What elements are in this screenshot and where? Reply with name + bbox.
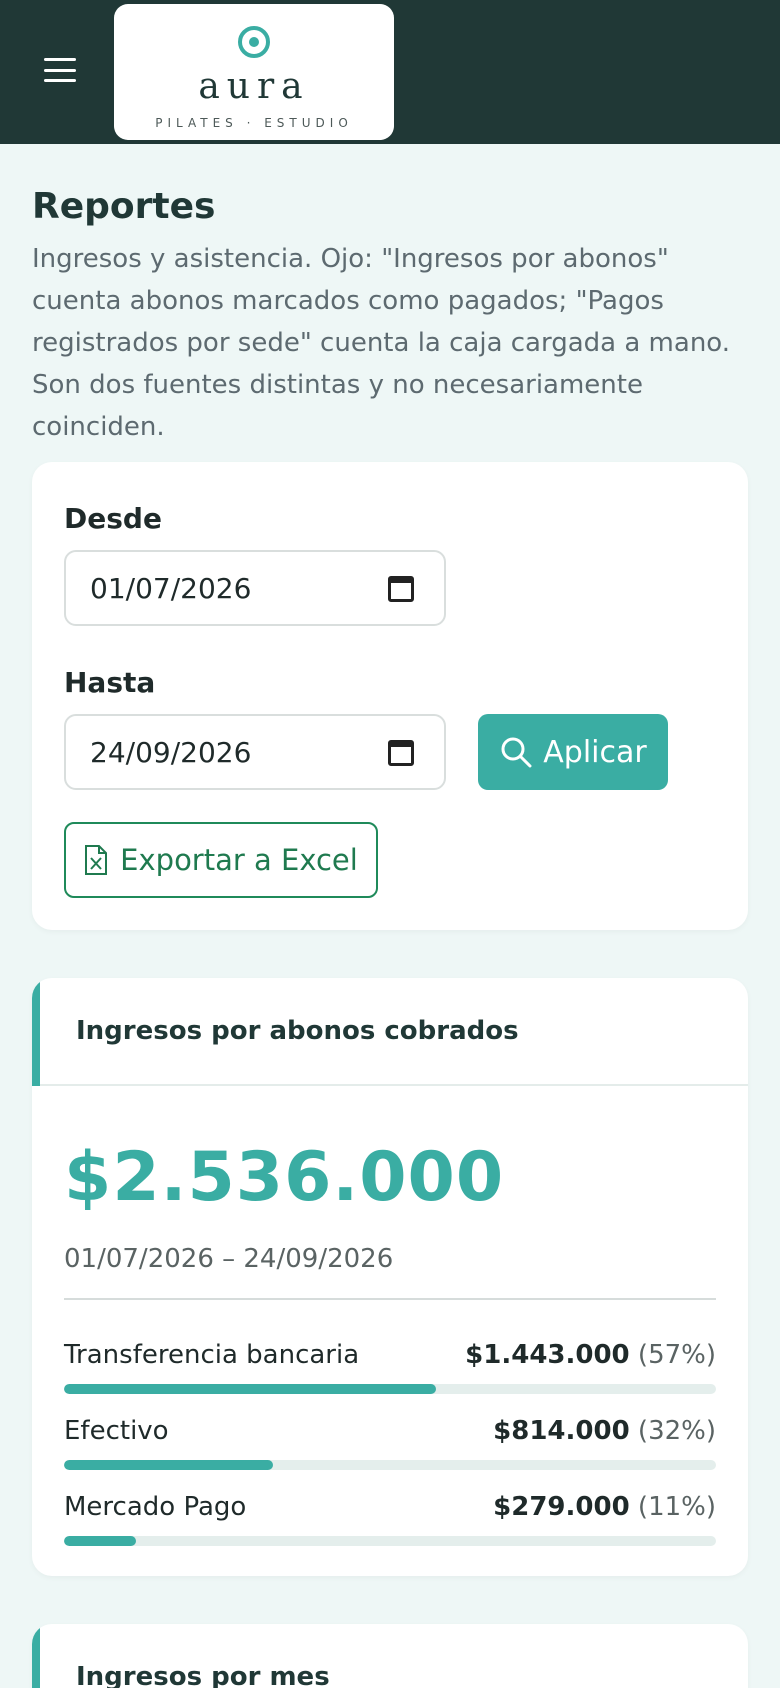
income-card: Ingresos por abonos cobrados $2.536.000 … (32, 978, 748, 1576)
logo-mark-icon (238, 26, 270, 58)
breakdown-value: $1.443.000 (57%) (465, 1340, 716, 1370)
income-card-header: Ingresos por abonos cobrados (32, 978, 748, 1086)
logo[interactable]: aura PILATES · ESTUDIO (114, 4, 394, 140)
apply-button[interactable]: Aplicar (478, 714, 668, 790)
breakdown-amount: $1.443.000 (465, 1340, 630, 1370)
from-label: Desde (64, 502, 162, 535)
page-description: Ingresos y asistencia. Ojo: "Ingresos po… (32, 244, 731, 442)
breakdown-label: Mercado Pago (64, 1492, 247, 1522)
filters-card: Desde 01/07/2026 Hasta 24/09/2026 Aplica… (32, 462, 748, 930)
monthly-income-title: Ingresos por mes (76, 1662, 330, 1688)
to-date-input[interactable]: 24/09/2026 (64, 714, 446, 790)
breakdown-row: Efectivo $814.000 (32%) (64, 1416, 716, 1486)
accent-bar (32, 978, 40, 1086)
export-excel-button[interactable]: Exportar a Excel (64, 822, 378, 898)
breakdown-row: Transferencia bancaria $1.443.000 (57%) (64, 1340, 716, 1410)
excel-file-icon (84, 844, 108, 876)
search-icon (499, 735, 533, 769)
from-date-input[interactable]: 01/07/2026 (64, 550, 446, 626)
breakdown-row: Mercado Pago $279.000 (11%) (64, 1492, 716, 1562)
breakdown-percent: (11%) (637, 1492, 716, 1522)
logo-name: aura (198, 66, 310, 107)
breakdown-percent: (57%) (637, 1340, 716, 1370)
to-label: Hasta (64, 666, 156, 699)
to-date-value: 24/09/2026 (90, 736, 252, 769)
apply-button-label: Aplicar (543, 734, 647, 770)
breakdown-progress-track (64, 1536, 716, 1546)
breakdown-progress-fill (64, 1460, 273, 1470)
breakdown-progress-track (64, 1460, 716, 1470)
monthly-income-card: Ingresos por mes (32, 1624, 748, 1688)
breakdown-amount: $814.000 (493, 1416, 630, 1446)
income-date-range: 01/07/2026 – 24/09/2026 (64, 1244, 394, 1274)
accent-bar (32, 1624, 40, 1688)
page-title: Reportes (32, 186, 216, 227)
divider (64, 1298, 716, 1300)
breakdown-value: $279.000 (11%) (493, 1492, 716, 1522)
calendar-icon[interactable] (388, 740, 414, 766)
breakdown-label: Transferencia bancaria (64, 1340, 360, 1370)
from-date-value: 01/07/2026 (90, 572, 252, 605)
top-bar: aura PILATES · ESTUDIO (0, 0, 780, 144)
export-button-label: Exportar a Excel (120, 843, 358, 877)
breakdown-amount: $279.000 (493, 1492, 630, 1522)
breakdown-percent: (32%) (637, 1416, 716, 1446)
breakdown-label: Efectivo (64, 1416, 169, 1446)
calendar-icon[interactable] (388, 576, 414, 602)
breakdown-progress-fill (64, 1384, 436, 1394)
breakdown-progress-track (64, 1384, 716, 1394)
income-card-title: Ingresos por abonos cobrados (76, 1016, 519, 1046)
breakdown-value: $814.000 (32%) (493, 1416, 716, 1446)
breakdown-progress-fill (64, 1536, 136, 1546)
income-total: $2.536.000 (64, 1138, 505, 1217)
logo-tagline: PILATES · ESTUDIO (155, 116, 353, 130)
menu-icon[interactable] (40, 52, 80, 88)
